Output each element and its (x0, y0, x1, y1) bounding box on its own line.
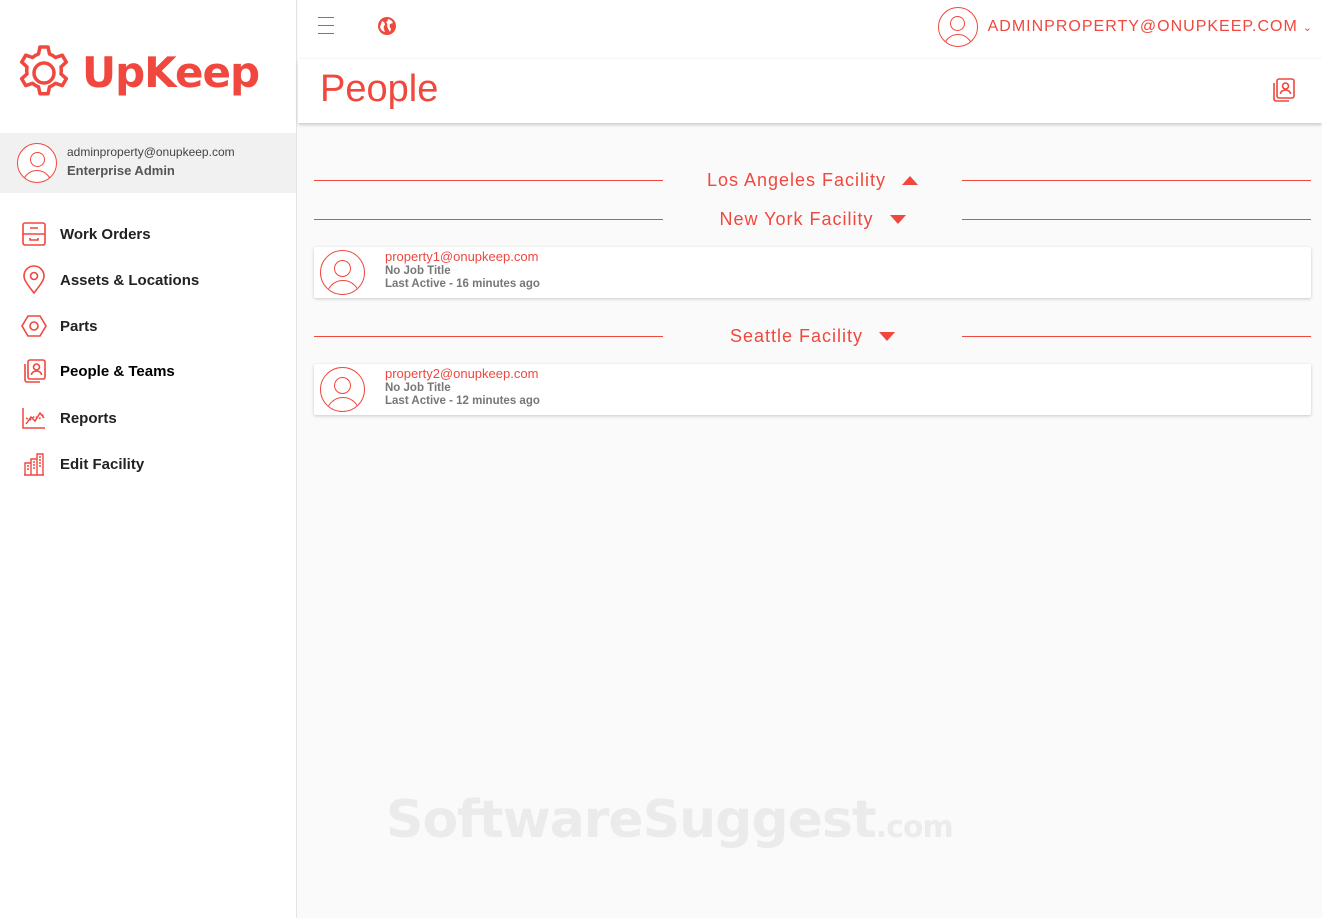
watermark-suffix: .com (875, 810, 954, 845)
buildings-icon (20, 450, 48, 478)
divider (962, 180, 1311, 181)
people-cards-icon (1273, 78, 1295, 102)
divider (314, 180, 663, 181)
person-last-active: Last Active - 16 minutes ago (385, 278, 540, 290)
sidebar-item-label: Work Orders (60, 225, 151, 243)
facility-section-new-york[interactable]: New York Facility (314, 204, 1311, 234)
facility-section-seattle[interactable]: Seattle Facility (314, 321, 1311, 351)
divider (314, 336, 663, 337)
upkeep-logo[interactable]: UpKeep (16, 44, 260, 102)
watermark: SoftwareSuggest.com (386, 790, 954, 850)
sidebar-user-card[interactable]: adminproperty@onupkeep.com Enterprise Ad… (0, 133, 296, 193)
inbox-tray-icon (20, 220, 48, 248)
account-menu[interactable]: ADMINPROPERTY@ONUPKEEP.COM ⌄ (937, 7, 1312, 47)
people-directory-button[interactable] (1270, 77, 1296, 108)
avatar (320, 250, 365, 295)
person-card[interactable]: property2@onupkeep.com No Job Title Last… (314, 364, 1311, 415)
person-job-title: No Job Title (385, 265, 451, 277)
globe-icon[interactable] (377, 16, 397, 41)
avatar (320, 367, 365, 412)
sidebar-item-reports[interactable]: Reports (20, 403, 117, 433)
map-pin-icon (20, 265, 48, 295)
top-bar: ADMINPROPERTY@ONUPKEEP.COM ⌄ (298, 0, 1322, 57)
avatar (17, 143, 57, 183)
chevron-down-icon: ⌄ (1302, 21, 1312, 34)
sidebar-item-label: Assets & Locations (60, 271, 200, 289)
gear-logo-icon (19, 45, 69, 96)
person-card[interactable]: property1@onupkeep.com No Job Title Last… (314, 247, 1311, 298)
sidebar-item-assets-locations[interactable]: Assets & Locations (20, 265, 199, 295)
page-header: People (298, 59, 1322, 123)
facility-name: New York Facility (719, 208, 874, 229)
divider (314, 219, 663, 220)
watermark-main: SoftwareSuggest (386, 790, 877, 850)
sidebar-item-parts[interactable]: Parts (20, 311, 98, 341)
facility-name: Los Angeles Facility (706, 169, 887, 190)
person-last-active: Last Active - 12 minutes ago (385, 395, 540, 407)
hex-nut-icon (20, 312, 48, 340)
collapse-arrow-icon[interactable] (902, 175, 919, 185)
person-email[interactable]: property1@onupkeep.com (385, 249, 540, 265)
sidebar-item-work-orders[interactable]: Work Orders (20, 219, 151, 249)
facility-section-los-angeles[interactable]: Los Angeles Facility (314, 165, 1311, 195)
hamburger-menu-icon[interactable] (318, 17, 334, 35)
sidebar-item-label: Edit Facility (60, 455, 145, 473)
sidebar: UpKeep adminproperty@onupkeep.com Enterp… (0, 0, 297, 918)
sidebar-item-label: Reports (60, 409, 117, 427)
person-job-title: No Job Title (385, 382, 451, 394)
divider (962, 219, 1311, 220)
line-chart-icon (20, 404, 48, 432)
sidebar-item-label: Parts (60, 317, 98, 335)
person-email[interactable]: property2@onupkeep.com (385, 366, 540, 382)
expand-arrow-icon[interactable] (889, 214, 906, 224)
sidebar-item-people-teams[interactable]: People & Teams (20, 356, 175, 386)
avatar (937, 7, 978, 47)
brand-name: UpKeep (82, 48, 260, 97)
facility-name: Seattle Facility (729, 325, 864, 346)
account-username: ADMINPROPERTY@ONUPKEEP.COM (987, 18, 1298, 35)
user-email: adminproperty@onupkeep.com (67, 145, 235, 159)
user-role: Enterprise Admin (67, 163, 175, 178)
people-cards-icon (20, 357, 48, 385)
sidebar-item-edit-facility[interactable]: Edit Facility (20, 449, 144, 479)
expand-arrow-icon[interactable] (879, 331, 896, 341)
sidebar-item-label: People & Teams (60, 362, 175, 380)
page-title: People (320, 68, 439, 110)
divider (962, 336, 1311, 337)
